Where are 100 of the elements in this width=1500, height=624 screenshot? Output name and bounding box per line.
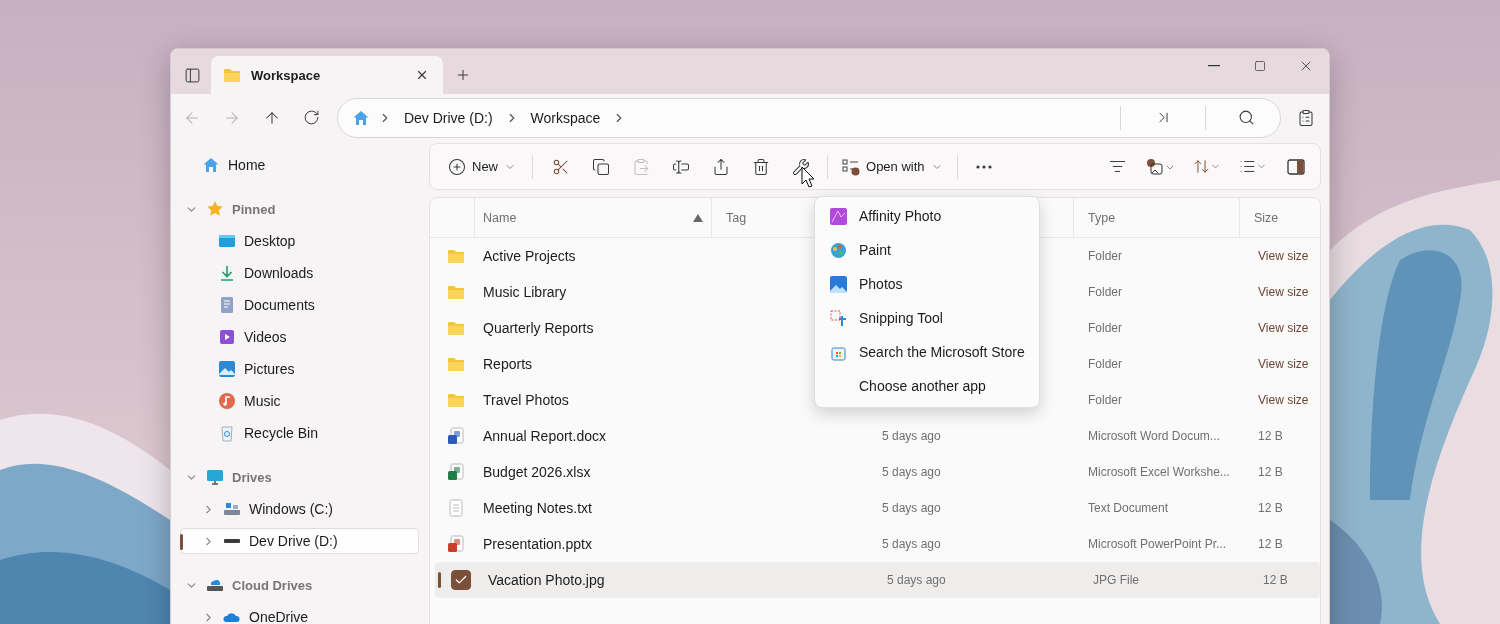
drive-icon bbox=[223, 500, 241, 518]
address-bar[interactable]: Dev Drive (D:) Workspace bbox=[336, 97, 1282, 138]
document-icon bbox=[446, 463, 465, 481]
size-cell-text: 12 B bbox=[1257, 501, 1284, 515]
home-icon bbox=[202, 156, 220, 174]
home-icon bbox=[351, 108, 370, 127]
type-cell-text: Folder bbox=[1087, 321, 1123, 335]
type-cell-text: Microsoft Excel Workshe... bbox=[1087, 465, 1231, 479]
wrench-icon bbox=[792, 157, 810, 176]
type-cell-text: Folder bbox=[1087, 249, 1123, 263]
document-icon bbox=[218, 296, 236, 314]
folder-icon bbox=[446, 248, 465, 264]
maximize-icon bbox=[1254, 60, 1266, 72]
size-cell-text: 12 B bbox=[1257, 429, 1284, 443]
list-icon bbox=[1239, 158, 1256, 175]
more-icon bbox=[975, 164, 992, 169]
sort-icon bbox=[1193, 158, 1210, 175]
type-cell-text: Folder bbox=[1087, 393, 1123, 407]
panel-icon bbox=[183, 66, 201, 84]
date-cell-text: 5 days ago bbox=[881, 537, 942, 551]
date-cell-text: 5 days ago bbox=[886, 573, 947, 587]
sidebar-item[interactable]: Recycle Bin bbox=[180, 417, 419, 449]
column-header[interactable]: Type bbox=[1074, 198, 1240, 237]
sidebar-item[interactable]: Dev Drive (D:) bbox=[180, 528, 419, 554]
sidebar-item[interactable]: Pictures bbox=[180, 353, 419, 385]
file-name: Presentation.pptx bbox=[482, 536, 593, 552]
size-cell-text: 12 B bbox=[1262, 573, 1289, 587]
folder-icon bbox=[446, 392, 465, 408]
refresh-icon bbox=[303, 109, 321, 126]
date-cell-text: 5 days ago bbox=[881, 465, 942, 479]
column-header[interactable]: Name bbox=[475, 198, 712, 237]
trash-icon bbox=[752, 157, 770, 176]
date-cell-text: 5 days ago bbox=[881, 429, 942, 443]
tab[interactable]: Workspace bbox=[211, 56, 443, 94]
open-with-button[interactable]: Open with bbox=[834, 149, 951, 184]
file-name: Reports bbox=[482, 356, 534, 372]
monitor-icon bbox=[206, 468, 224, 486]
sidebar-item[interactable]: Home bbox=[180, 149, 419, 181]
selection-indicator bbox=[438, 572, 441, 588]
sidebar-item[interactable]: Documents bbox=[180, 289, 419, 321]
recycle-bin-icon bbox=[218, 424, 236, 442]
menu-item[interactable]: Photos bbox=[815, 267, 1039, 301]
type-cell-text: Microsoft Word Docum... bbox=[1087, 429, 1221, 443]
sidebar-section[interactable]: Drives bbox=[180, 461, 419, 493]
folder-icon bbox=[446, 356, 465, 372]
new-button[interactable]: New bbox=[440, 149, 524, 184]
menu-item[interactable]: Choose another app bbox=[815, 369, 1039, 403]
copy-icon bbox=[592, 157, 610, 176]
folder-icon bbox=[223, 67, 241, 83]
sidebar-item[interactable]: Music bbox=[180, 385, 419, 417]
size-cell-text: 12 B bbox=[1257, 537, 1284, 551]
search-icon bbox=[1237, 109, 1255, 126]
close-icon bbox=[415, 68, 429, 82]
checkbox[interactable] bbox=[450, 570, 471, 590]
file-name: Annual Report.docx bbox=[482, 428, 607, 444]
sidebar-item[interactable]: Videos bbox=[180, 321, 419, 353]
minimize-icon bbox=[1208, 65, 1220, 67]
size-cell-text: 12 B bbox=[1257, 465, 1284, 479]
picture-icon bbox=[218, 360, 236, 378]
type-cell-text: Microsoft PowerPoint Pr... bbox=[1087, 537, 1228, 551]
snipping-icon bbox=[830, 309, 847, 327]
tab-title: Workspace bbox=[251, 67, 322, 83]
sidebar-item[interactable]: Downloads bbox=[180, 257, 419, 289]
paste-icon bbox=[632, 157, 650, 176]
type-cell-text: JPG File bbox=[1092, 573, 1140, 587]
view-size-link[interactable]: View size bbox=[1240, 285, 1320, 299]
file-name: Music Library bbox=[482, 284, 568, 300]
menu-item[interactable]: Snipping Tool bbox=[815, 301, 1039, 335]
open-with-icon bbox=[842, 157, 860, 176]
type-cell-text: Folder bbox=[1087, 285, 1123, 299]
share-icon bbox=[712, 157, 730, 176]
file-name: Travel Photos bbox=[482, 392, 570, 408]
view-size-link[interactable]: View size bbox=[1240, 357, 1320, 371]
file-name: Quarterly Reports bbox=[482, 320, 595, 336]
selection-indicator bbox=[180, 534, 183, 550]
file-name: Vacation Photo.jpg bbox=[487, 572, 606, 588]
scissors-icon bbox=[552, 157, 570, 176]
download-icon bbox=[218, 264, 236, 282]
view-size-link[interactable]: View size bbox=[1240, 321, 1320, 335]
sidebar-item[interactable]: Desktop bbox=[180, 225, 419, 257]
sidebar-section[interactable]: Pinned bbox=[180, 193, 419, 225]
desktop-icon bbox=[218, 232, 236, 250]
view-size-link[interactable]: View size bbox=[1240, 249, 1320, 263]
breadcrumb[interactable]: Workspace bbox=[526, 109, 605, 126]
sidebar-item[interactable]: Windows (C:) bbox=[180, 493, 419, 525]
sort-arrow-icon bbox=[693, 213, 703, 222]
palette-icon bbox=[830, 241, 847, 259]
document-icon bbox=[446, 427, 465, 445]
tag-image-icon bbox=[1146, 157, 1174, 176]
breadcrumb[interactable]: Dev Drive (D:) bbox=[399, 109, 497, 126]
sidebar-section[interactable]: Cloud Drives bbox=[180, 569, 419, 601]
column-header[interactable]: Size bbox=[1240, 198, 1320, 237]
app-icon bbox=[830, 207, 847, 225]
view-size-link[interactable]: View size bbox=[1240, 393, 1320, 407]
file-name: Meeting Notes.txt bbox=[482, 500, 593, 516]
file-name: Active Projects bbox=[482, 248, 577, 264]
sidebar-item[interactable]: OneDrive bbox=[180, 601, 419, 624]
menu-item[interactable]: Search the Microsoft Store bbox=[815, 335, 1039, 369]
star-icon bbox=[206, 200, 224, 218]
list-icon bbox=[1297, 108, 1316, 127]
